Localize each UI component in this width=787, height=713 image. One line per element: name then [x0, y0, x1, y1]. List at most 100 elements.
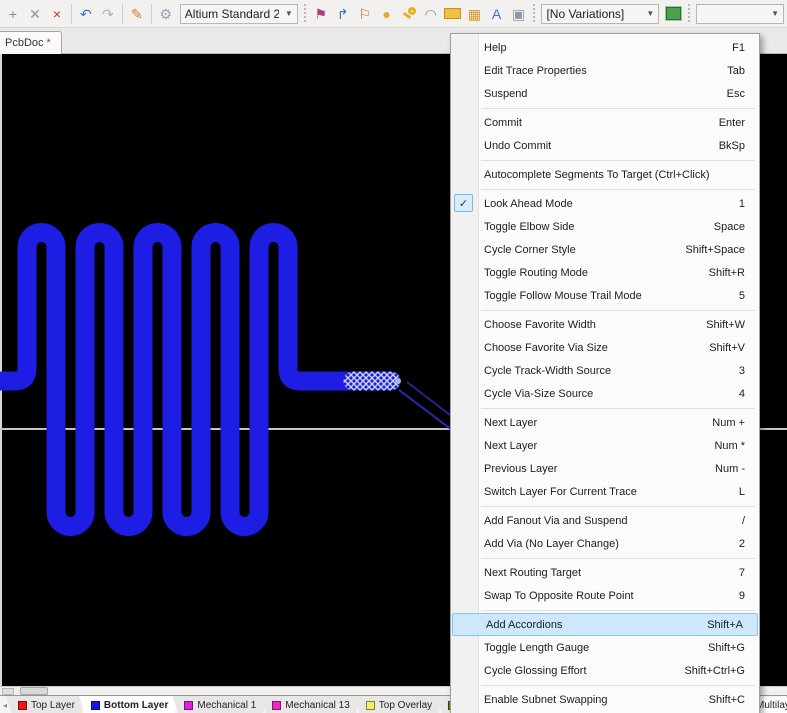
- break-track-icon[interactable]: ✕: [25, 4, 45, 24]
- variations-select[interactable]: [No Variations]▼: [541, 4, 659, 24]
- keepout-key-icon: [402, 7, 416, 21]
- view-mode-select[interactable]: Altium Standard 2D ▼: [180, 4, 298, 24]
- menu-item-edit-trace-properties[interactable]: Edit Trace PropertiesTab: [451, 59, 759, 82]
- menu-item-shortcut: Num -: [715, 463, 745, 475]
- menu-item-undo-commit[interactable]: Undo CommitBkSp: [451, 134, 759, 157]
- board-setup-icon[interactable]: ⚙: [156, 4, 176, 24]
- menu-item-add-accordions[interactable]: Add AccordionsShift+A: [452, 613, 758, 636]
- room-rect-icon[interactable]: [443, 4, 463, 24]
- scrollbar-thumb[interactable]: [20, 687, 48, 695]
- menu-item-shortcut: Shift+R: [709, 267, 745, 279]
- document-tab[interactable]: PcbDoc *: [0, 31, 62, 54]
- pad-array-icon[interactable]: ▦: [465, 4, 485, 24]
- menu-item-label: Suspend: [484, 88, 727, 100]
- undo-icon[interactable]: ↶: [76, 4, 96, 24]
- menu-item-shortcut: 2: [739, 538, 745, 550]
- menu-item-toggle-length-gauge[interactable]: Toggle Length GaugeShift+G: [451, 636, 759, 659]
- lookahead-line: [399, 390, 456, 433]
- menu-item-next-layer[interactable]: Next LayerNum *: [451, 434, 759, 457]
- menu-item-label: Commit: [484, 117, 719, 129]
- menu-item-commit[interactable]: CommitEnter: [451, 111, 759, 134]
- checkmark-icon: ✓: [454, 194, 473, 212]
- routing-context-menu: HelpF1Edit Trace PropertiesTabSuspendEsc…: [450, 33, 760, 713]
- pcb-editor-window: +✕× ↶↷ ✎ ⚙ Altium Standard 2D ▼ ⚑↱⚐● ◠ ▦A▣ [No Va…: [0, 0, 787, 713]
- chevron-down-icon[interactable]: ▼: [285, 9, 293, 18]
- menu-item-enable-subnet-swapping[interactable]: Enable Subnet SwappingShift+C: [451, 688, 759, 711]
- extra-select[interactable]: ▼: [696, 4, 784, 24]
- toolbar-grip: [686, 4, 691, 24]
- toolbar-grip: [303, 4, 308, 24]
- menu-item-shortcut: F1: [732, 42, 745, 54]
- layer-tab-top-layer[interactable]: Top Layer: [6, 696, 87, 713]
- menu-item-shortcut: Shift+A: [707, 619, 743, 631]
- delete-segment-icon[interactable]: ×: [47, 4, 67, 24]
- menu-item-choose-favorite-width[interactable]: Choose Favorite WidthShift+W: [451, 313, 759, 336]
- main-toolbar: +✕× ↶↷ ✎ ⚙ Altium Standard 2D ▼ ⚑↱⚐● ◠ ▦A▣ [No Va…: [0, 0, 787, 28]
- menu-item-label: Enable Subnet Swapping: [484, 694, 709, 706]
- route-arrow-icon[interactable]: ↱: [333, 4, 353, 24]
- menu-item-label: Next Layer: [484, 417, 712, 429]
- menu-item-next-layer[interactable]: Next LayerNum +: [451, 411, 759, 434]
- layer-tab-bottom-layer[interactable]: Bottom Layer: [79, 696, 180, 713]
- scrollbar-left-button[interactable]: [2, 688, 14, 695]
- layer-color-swatch: [91, 701, 100, 710]
- menu-item-toggle-elbow-side[interactable]: Toggle Elbow SideSpace: [451, 215, 759, 238]
- route-flag-icon[interactable]: ⚑: [311, 4, 331, 24]
- toolbar-separator: [151, 4, 152, 24]
- menu-item-choose-favorite-via-size[interactable]: Choose Favorite Via SizeShift+V: [451, 336, 759, 359]
- menu-item-label: Cycle Track-Width Source: [484, 365, 739, 377]
- menu-item-previous-layer[interactable]: Previous LayerNum -: [451, 457, 759, 480]
- route-flag-alt-icon[interactable]: ⚐: [355, 4, 375, 24]
- menu-item-label: Cycle Glossing Effort: [484, 665, 684, 677]
- menu-item-label: Toggle Length Gauge: [484, 642, 708, 654]
- menu-item-shortcut: L: [739, 486, 745, 498]
- menu-item-cycle-corner-style[interactable]: Cycle Corner StyleShift+Space: [451, 238, 759, 261]
- menu-item-shortcut: Num *: [714, 440, 745, 452]
- menu-item-label: Edit Trace Properties: [484, 65, 727, 77]
- menu-item-label: Add Accordions: [486, 619, 707, 631]
- layer-color-swatch: [272, 701, 281, 710]
- chevron-down-icon[interactable]: ▼: [646, 9, 654, 18]
- view-mode-select-value: Altium Standard 2D: [185, 7, 279, 21]
- menu-item-toggle-follow-mouse-trail-mode[interactable]: Toggle Follow Mouse Trail Mode5: [451, 284, 759, 307]
- layer-tab-mechanical-13[interactable]: Mechanical 13: [260, 696, 361, 713]
- menu-item-help[interactable]: HelpF1: [451, 36, 759, 59]
- menu-item-cycle-track-width-source[interactable]: Cycle Track-Width Source3: [451, 359, 759, 382]
- menu-item-swap-to-opposite-route-point[interactable]: Swap To Opposite Route Point9: [451, 584, 759, 607]
- menu-item-cycle-glossing-effort[interactable]: Cycle Glossing EffortShift+Ctrl+G: [451, 659, 759, 682]
- menu-item-shortcut: Shift+C: [709, 694, 745, 706]
- redo-icon[interactable]: ↷: [98, 4, 118, 24]
- menu-item-shortcut: Shift+Ctrl+G: [684, 665, 745, 677]
- pad-round-icon[interactable]: ●: [377, 4, 397, 24]
- snap-cross-icon[interactable]: +: [3, 4, 23, 24]
- menu-item-next-routing-target[interactable]: Next Routing Target7: [451, 561, 759, 584]
- menu-item-label: Add Fanout Via and Suspend: [484, 515, 742, 527]
- menu-item-add-via-no-layer-change[interactable]: Add Via (No Layer Change)2: [451, 532, 759, 555]
- menu-item-label: Autocomplete Segments To Target (Ctrl+Cl…: [484, 169, 745, 181]
- menu-item-label: Swap To Opposite Route Point: [484, 590, 739, 602]
- layer-tab-label: Top Layer: [31, 700, 75, 711]
- keepout-key-icon[interactable]: [399, 4, 419, 24]
- layer-tab-mechanical-1[interactable]: Mechanical 1: [172, 696, 268, 713]
- menu-item-label: Undo Commit: [484, 140, 719, 152]
- menu-item-shortcut: 3: [739, 365, 745, 377]
- menu-item-label: Add Via (No Layer Change): [484, 538, 739, 550]
- menu-item-add-fanout-via-and-suspend[interactable]: Add Fanout Via and Suspend/: [451, 509, 759, 532]
- variant-chip-icon: [666, 7, 681, 20]
- chevron-down-icon[interactable]: ▼: [771, 9, 779, 18]
- interactive-routing-pen-icon[interactable]: ✎: [127, 4, 147, 24]
- menu-item-suspend[interactable]: SuspendEsc: [451, 82, 759, 105]
- menu-item-toggle-routing-mode[interactable]: Toggle Routing ModeShift+R: [451, 261, 759, 284]
- component-body-icon[interactable]: ▣: [508, 4, 528, 24]
- menu-item-look-ahead-mode[interactable]: ✓Look Ahead Mode1: [451, 192, 759, 215]
- menu-item-cycle-via-size-source[interactable]: Cycle Via-Size Source4: [451, 382, 759, 405]
- variant-chip-icon[interactable]: [663, 4, 683, 24]
- place-text-icon[interactable]: A: [487, 4, 507, 24]
- menu-item-autocomplete-segments-to-target-ctrl-click[interactable]: Autocomplete Segments To Target (Ctrl+Cl…: [451, 163, 759, 186]
- menu-item-label: Cycle Via-Size Source: [484, 388, 739, 400]
- arc-tool-icon[interactable]: ◠: [421, 4, 441, 24]
- menu-item-switch-layer-for-current-trace[interactable]: Switch Layer For Current TraceL: [451, 480, 759, 503]
- layer-tab-top-overlay[interactable]: Top Overlay: [354, 696, 444, 713]
- context-menu-items: HelpF1Edit Trace PropertiesTabSuspendEsc…: [451, 36, 759, 711]
- layer-tab-label: Bottom Layer: [104, 700, 168, 711]
